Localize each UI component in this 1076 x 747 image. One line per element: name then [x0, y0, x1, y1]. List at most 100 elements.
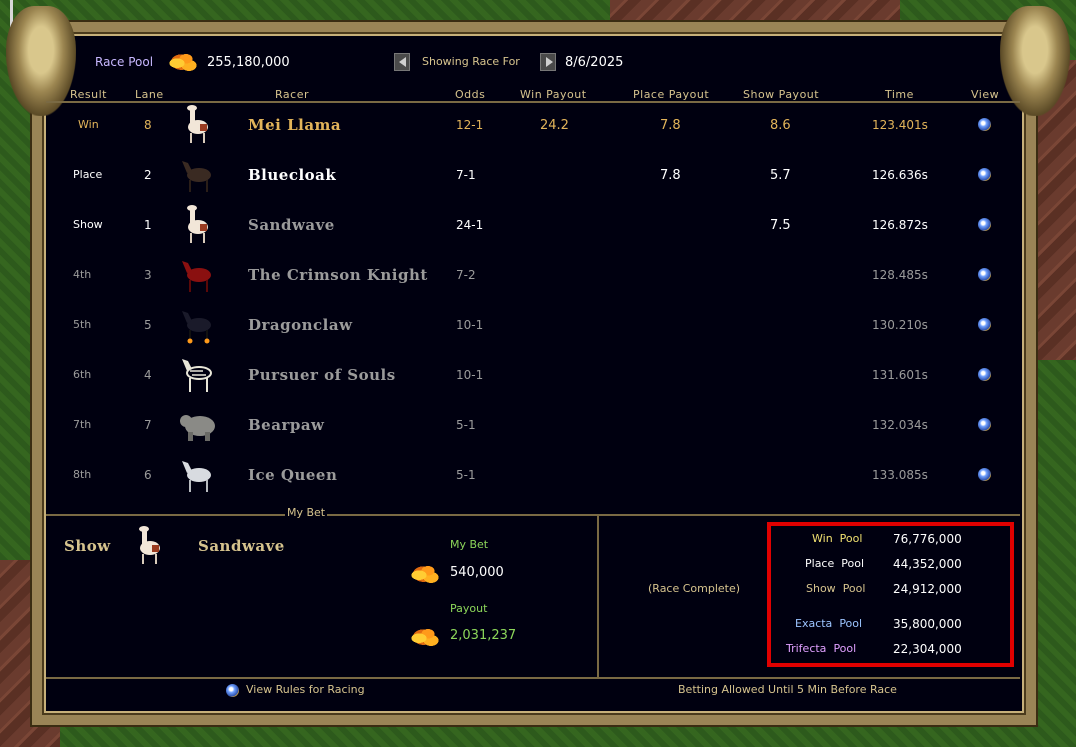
row-racer-name: Pursuer of Souls: [248, 366, 396, 384]
col-time: Time: [885, 88, 914, 101]
my-bet-amount-label: My Bet: [450, 538, 489, 551]
horse-dark-mount-icon: [182, 161, 211, 192]
my-bet-type: Show: [64, 537, 111, 555]
row-lane: 1: [144, 218, 152, 232]
row-result: 8th: [73, 468, 92, 481]
row-time: 126.872s: [872, 218, 928, 232]
row-time: 131.601s: [872, 368, 928, 382]
row-result: 6th: [73, 368, 92, 381]
bet-section-divider: [46, 514, 1020, 516]
show-pool-value: 24,912,000: [893, 582, 962, 596]
exacta-pool-value: 35,800,000: [893, 617, 962, 631]
betting-cutoff-note: Betting Allowed Until 5 Min Before Race: [678, 683, 897, 696]
col-result: Result: [70, 88, 107, 101]
my-bet-racer: Sandwave: [198, 537, 285, 555]
view-race-gem-icon[interactable]: [978, 268, 991, 281]
view-race-gem-icon[interactable]: [978, 368, 991, 381]
race-date: 8/6/2025: [565, 55, 624, 70]
horse-red-mount-icon: [182, 261, 211, 292]
next-race-button[interactable]: [540, 53, 556, 71]
view-race-gem-icon[interactable]: [978, 318, 991, 331]
row-lane: 6: [144, 468, 152, 482]
view-rules-gem-icon[interactable]: [226, 684, 239, 697]
col-lane: Lane: [135, 88, 164, 101]
row-show-payout: 8.6: [770, 118, 791, 133]
row-racer-name: Ice Queen: [248, 466, 338, 484]
bet-coins-icon: [410, 562, 440, 584]
row-lane: 8: [144, 118, 152, 132]
view-rules-link[interactable]: View Rules for Racing: [246, 683, 365, 696]
row-time: 126.636s: [872, 168, 928, 182]
row-racer-name: Sandwave: [248, 216, 335, 234]
row-show-payout: 5.7: [770, 168, 791, 183]
row-result: Win: [78, 118, 99, 131]
col-place-payout: Place Payout: [633, 88, 710, 101]
background-roof-top: [610, 0, 900, 22]
row-result: 5th: [73, 318, 92, 331]
llama-mount-icon: [187, 205, 208, 243]
llama-mount-icon: [187, 105, 208, 143]
row-odds: 5-1: [456, 468, 476, 482]
show-pool-label: Show Pool: [806, 582, 866, 595]
race-status: (Race Complete): [648, 582, 741, 595]
win-pool-label: Win Pool: [812, 532, 863, 545]
row-lane: 7: [144, 418, 152, 432]
race-pool-label: Race Pool: [95, 55, 154, 69]
row-racer-name: Bearpaw: [248, 416, 325, 434]
row-lane: 3: [144, 268, 152, 282]
view-race-gem-icon[interactable]: [978, 468, 991, 481]
row-lane: 2: [144, 168, 152, 182]
payout-label: Payout: [450, 602, 488, 615]
view-race-gem-icon[interactable]: [978, 168, 991, 181]
col-view: View: [971, 88, 1000, 101]
col-racer: Racer: [275, 88, 309, 101]
place-pool-value: 44,352,000: [893, 557, 962, 571]
bet-pools-divider: [597, 515, 599, 677]
row-place-payout: 7.8: [660, 118, 681, 133]
llama-mount-icon: [139, 526, 160, 564]
skeletal-mount-icon: [182, 359, 212, 392]
row-odds: 10-1: [456, 318, 484, 332]
win-pool-value: 76,776,000: [893, 532, 962, 546]
row-result: Place: [73, 168, 103, 181]
my-bet-section-label: My Bet: [285, 506, 328, 519]
row-win-payout: 24.2: [540, 118, 569, 133]
row-show-payout: 7.5: [770, 218, 791, 233]
payout-amount: 2,031,237: [450, 628, 517, 643]
row-odds: 5-1: [456, 418, 476, 432]
view-race-gem-icon[interactable]: [978, 418, 991, 431]
trifecta-pool-label: Trifecta Pool: [786, 642, 857, 655]
horse-white-mount-icon: [182, 461, 211, 492]
showing-race-label: Showing Race For: [422, 55, 520, 68]
view-race-gem-icon[interactable]: [978, 118, 991, 131]
row-result: Show: [73, 218, 103, 231]
row-time: 133.085s: [872, 468, 928, 482]
row-odds: 7-1: [456, 168, 476, 182]
row-lane: 4: [144, 368, 152, 382]
row-result: 7th: [73, 418, 92, 431]
col-odds: Odds: [455, 88, 486, 101]
row-time: 130.210s: [872, 318, 928, 332]
row-racer-name: Dragonclaw: [248, 316, 353, 334]
place-pool-label: Place Pool: [805, 557, 865, 570]
row-odds: 12-1: [456, 118, 484, 132]
race-pool-value: 255,180,000: [207, 55, 290, 70]
row-racer-name: The Crimson Knight: [248, 266, 428, 284]
col-show-payout: Show Payout: [743, 88, 820, 101]
row-odds: 24-1: [456, 218, 484, 232]
footer-divider: [46, 677, 1020, 679]
row-time: 132.034s: [872, 418, 928, 432]
nightmare-mount-icon: [182, 311, 211, 344]
row-lane: 5: [144, 318, 152, 332]
row-time: 128.485s: [872, 268, 928, 282]
row-place-payout: 7.8: [660, 168, 681, 183]
row-odds: 7-2: [456, 268, 476, 282]
previous-race-button[interactable]: [394, 53, 410, 71]
horse-head-ornament-right: [1000, 6, 1070, 116]
my-bet-amount: 540,000: [450, 565, 504, 580]
view-race-gem-icon[interactable]: [978, 218, 991, 231]
trifecta-pool-value: 22,304,000: [893, 642, 962, 656]
row-time: 123.401s: [872, 118, 928, 132]
bear-mount-icon: [180, 415, 215, 441]
row-racer-name: Bluecloak: [248, 166, 337, 184]
